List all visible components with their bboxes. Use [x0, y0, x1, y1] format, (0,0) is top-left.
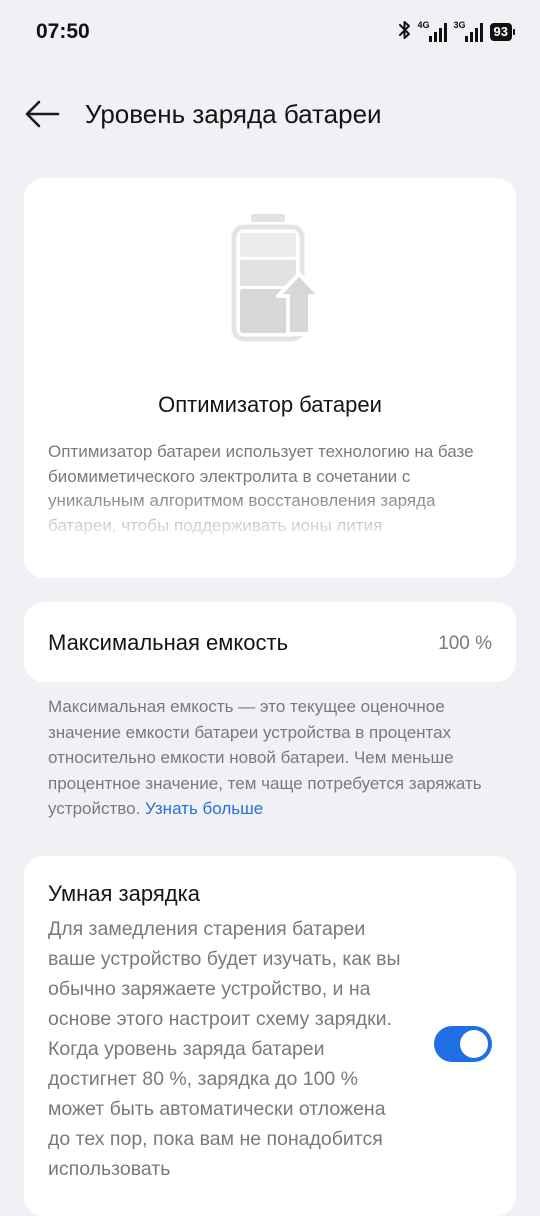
learn-more-link[interactable]: Узнать больше	[145, 799, 263, 818]
page-title: Уровень заряда батареи	[85, 99, 382, 129]
max-capacity-row[interactable]: Максимальная емкость 100 %	[24, 602, 516, 682]
battery-level: 93	[493, 24, 508, 39]
smart-charging-title: Умная зарядка	[48, 881, 200, 906]
optimizer-title: Оптимизатор батареи	[158, 392, 382, 417]
arrow-left-icon	[25, 100, 60, 128]
optimizer-description-container: Оптимизатор батареи использует технологи…	[48, 440, 498, 536]
max-capacity-value: 100 %	[438, 633, 492, 654]
bluetooth-icon	[398, 19, 412, 46]
optimizer-description: Оптимизатор батареи использует технологи…	[48, 442, 474, 535]
optimizer-card: Оптимизатор батареи Оптимизатор батареи …	[24, 178, 516, 578]
battery-icon: 93	[489, 23, 516, 41]
toggle-knob	[460, 1030, 488, 1058]
signal-3g-icon: 3G	[454, 21, 484, 43]
status-time: 07:50	[36, 20, 90, 43]
page-header: Уровень заряда батареи	[0, 84, 540, 146]
max-capacity-note: Максимальная емкость — это текущее оцено…	[48, 694, 498, 822]
smart-charging-toggle[interactable]	[434, 1026, 492, 1062]
max-capacity-label: Максимальная емкость	[48, 630, 289, 655]
signal-4g-icon: 4G	[418, 21, 448, 43]
smart-charging-card: Умная зарядка Для замедления старения ба…	[24, 856, 516, 1216]
max-capacity-note-text: Максимальная емкость — это текущее оцено…	[48, 697, 482, 818]
back-button[interactable]	[22, 96, 62, 132]
status-bar: 07:50 4G 3G 93	[0, 0, 540, 64]
smart-charging-description: Для замедления старения батареи ваше уст…	[48, 918, 401, 1180]
status-icons: 4G 3G 93	[398, 19, 516, 46]
battery-upgrade-icon	[229, 212, 325, 352]
